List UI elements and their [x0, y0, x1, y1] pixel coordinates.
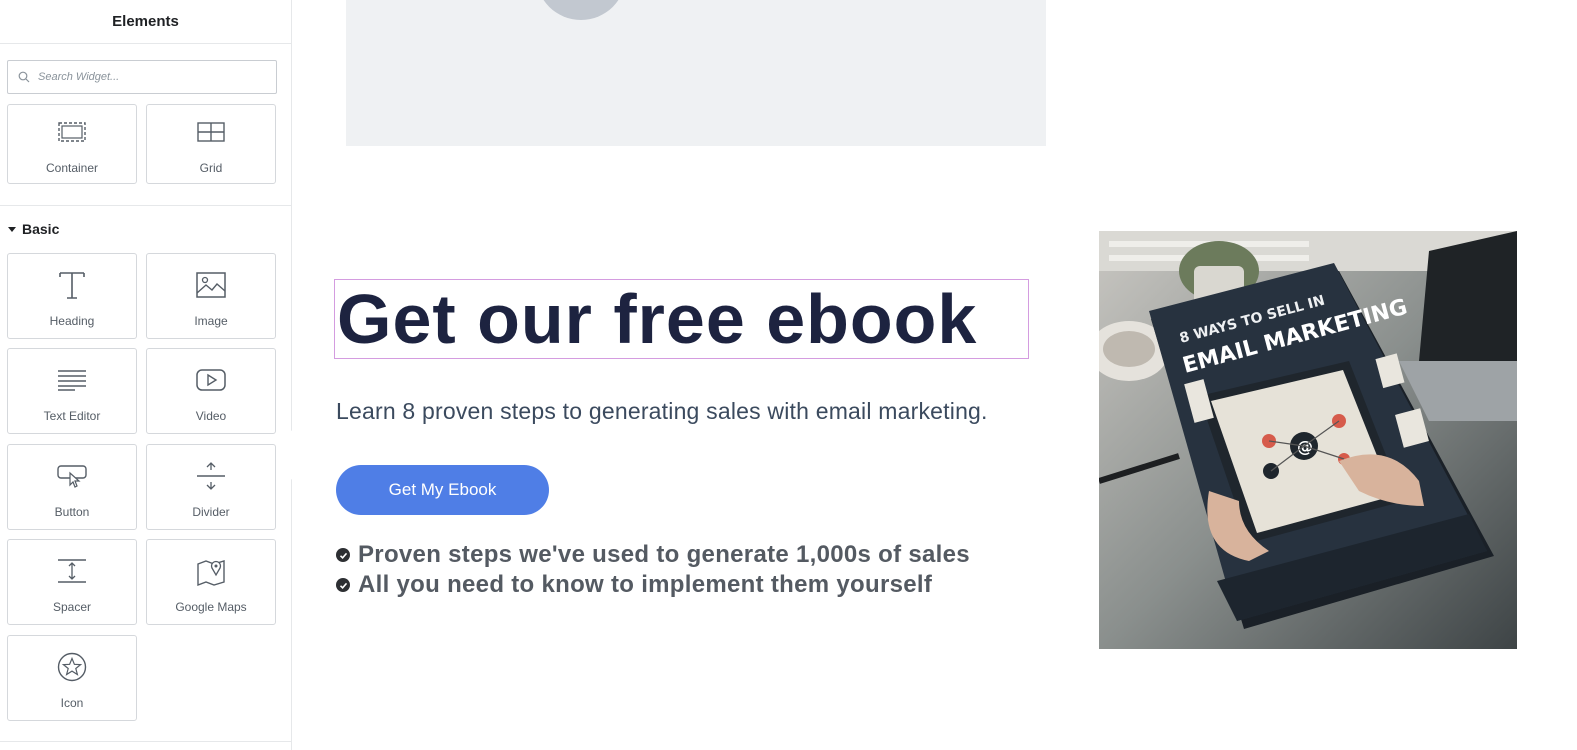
widget-label: Video	[195, 409, 227, 423]
widget-label: Spacer	[52, 600, 92, 614]
placeholder-shape	[536, 0, 626, 20]
check-circle-icon	[336, 578, 350, 592]
search-widget-field[interactable]	[7, 60, 277, 94]
widget-label: Text Editor	[43, 409, 101, 423]
list-item-text: Proven steps we've used to generate 1,00…	[358, 541, 970, 568]
elements-panel: Elements Container Grid Basic	[0, 0, 292, 750]
widget-divider[interactable]: Divider	[146, 444, 276, 530]
get-ebook-button[interactable]: Get My Ebook	[336, 465, 549, 515]
page-heading[interactable]: Get our free ebook	[337, 284, 977, 354]
category-label: Basic	[22, 221, 60, 237]
section-divider	[0, 741, 291, 742]
section-divider	[0, 205, 291, 206]
benefits-list[interactable]: Proven steps we've used to generate 1,00…	[336, 540, 970, 600]
widget-container[interactable]: Container	[7, 104, 137, 184]
spacer-icon	[57, 554, 87, 588]
grid-icon	[197, 115, 225, 149]
star-icon	[57, 650, 87, 684]
video-icon	[196, 363, 226, 397]
container-icon	[58, 115, 86, 149]
image-placeholder[interactable]	[346, 0, 1046, 146]
widget-label: Google Maps	[175, 600, 247, 614]
widget-label: Icon	[60, 696, 84, 710]
widget-text-editor[interactable]: Text Editor	[7, 348, 137, 434]
check-circle-icon	[336, 548, 350, 562]
widget-spacer[interactable]: Spacer	[7, 539, 137, 625]
widget-heading[interactable]: Heading	[7, 253, 137, 339]
text-editor-icon	[57, 363, 87, 397]
list-item-text: All you need to know to implement them y…	[358, 571, 933, 598]
search-input[interactable]	[38, 71, 258, 83]
widget-label: Button	[54, 505, 90, 519]
widget-label: Divider	[192, 505, 230, 519]
button-icon	[57, 459, 87, 493]
list-item: All you need to know to implement them y…	[336, 570, 970, 600]
widget-button[interactable]: Button	[7, 444, 137, 530]
widget-google-maps[interactable]: Google Maps	[146, 539, 276, 625]
widget-image[interactable]: Image	[146, 253, 276, 339]
widget-video[interactable]: Video	[146, 348, 276, 434]
editor-canvas: Get our free ebook Learn 8 proven steps …	[292, 0, 1577, 750]
panel-title: Elements	[0, 0, 291, 44]
heading-widget-selected[interactable]: Get our free ebook	[334, 279, 1029, 359]
widget-label: Grid	[199, 161, 223, 175]
search-icon	[18, 71, 30, 83]
widget-grid[interactable]: Grid	[146, 104, 276, 184]
heading-icon	[57, 268, 87, 302]
list-item: Proven steps we've used to generate 1,00…	[336, 540, 970, 570]
category-basic-toggle[interactable]: Basic	[8, 221, 59, 237]
google-maps-icon	[196, 554, 226, 588]
widget-label: Container	[45, 161, 99, 175]
widget-icon[interactable]: Icon	[7, 635, 137, 721]
caret-down-icon	[8, 226, 16, 232]
widget-label: Heading	[49, 314, 95, 328]
widget-label: Image	[194, 314, 228, 328]
subheading-text[interactable]: Learn 8 proven steps to generating sales…	[336, 398, 988, 425]
divider-icon	[196, 459, 226, 493]
image-icon	[196, 268, 226, 302]
ebook-cover-image[interactable]: @ 8 WAYS TO SELL IN EMAIL MARKETING	[1099, 231, 1517, 649]
